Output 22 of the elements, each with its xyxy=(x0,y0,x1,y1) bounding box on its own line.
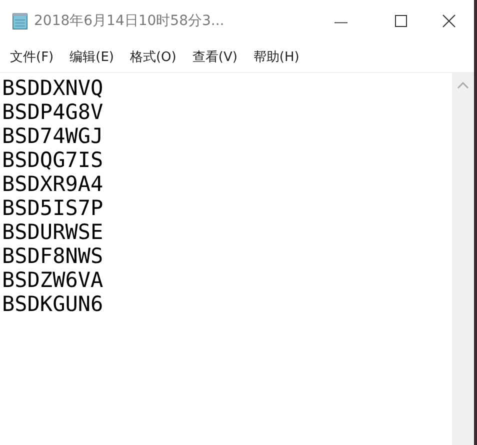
menu-item[interactable]: 查看(V) xyxy=(186,46,244,68)
scrollbar[interactable] xyxy=(452,73,474,445)
maximize-icon[interactable] xyxy=(395,15,407,27)
text-line: BSDURWSE xyxy=(2,220,104,244)
text-line: BSDQG7IS xyxy=(2,148,104,172)
menu-item[interactable]: 编辑(E) xyxy=(64,46,120,68)
window-title: 2018年6月14日10时58分3... xyxy=(34,12,226,30)
text-line: BSDF8NWS xyxy=(2,244,104,268)
close-icon[interactable] xyxy=(442,14,456,28)
notepad-icon xyxy=(12,12,28,30)
text-line: BSDDXNVQ xyxy=(2,76,104,100)
menu-item[interactable]: 格式(O) xyxy=(124,46,182,68)
text-line: BSDZW6VA xyxy=(2,268,104,292)
menu-item[interactable]: 帮助(H) xyxy=(247,46,306,68)
text-line: BSD5IS7P xyxy=(2,196,104,220)
text-line: BSDXR9A4 xyxy=(2,172,104,196)
text-area[interactable]: BSDDXNVQ BSDP4G8V BSD74WGJ BSDQG7IS BSDXR9A4 BSD5IS7P BSDURWSE BSDF8NWS BSDZW6VA BSDKGUN6 xyxy=(0,73,452,445)
text-line: BSDP4G8V xyxy=(2,100,104,124)
text-line: BSDKGUN6 xyxy=(2,292,104,316)
menu-item[interactable]: 文件(F) xyxy=(4,46,60,68)
text-line: BSD74WGJ xyxy=(2,124,104,148)
minimize-button[interactable]: — xyxy=(318,0,364,42)
